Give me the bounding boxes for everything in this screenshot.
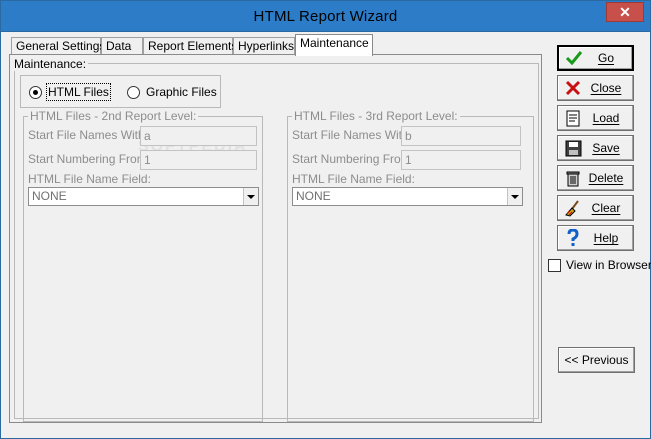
level3-group-label: HTML Files - 3rd Report Level: [292, 109, 460, 123]
load-button[interactable]: Load [557, 105, 634, 131]
title-bar[interactable]: HTML Report Wizard ✕ [1, 1, 650, 32]
previous-button-label: << Previous [564, 353, 629, 367]
clear-button-label: Clear [591, 201, 621, 215]
help-icon [561, 228, 585, 248]
level2-group-label: HTML Files - 2nd Report Level: [28, 109, 199, 123]
close-button[interactable]: Close [557, 75, 634, 101]
level3-name-field-value: NONE [296, 189, 331, 203]
radio-html-files-label: HTML Files [46, 83, 111, 101]
save-button-label: Save [592, 141, 620, 155]
x-icon [561, 78, 585, 98]
level3-start-numbering-input[interactable]: 1 [401, 150, 521, 170]
view-in-browser-label: View in Browser [566, 258, 651, 272]
tab-maintenance[interactable]: Maintenance [295, 34, 373, 56]
level3-start-numbering-label: Start Numbering From: [292, 152, 415, 166]
chevron-down-icon[interactable] [243, 188, 258, 205]
checkmark-icon [562, 48, 586, 68]
go-button-label: Go [597, 51, 614, 65]
window-close-button[interactable]: ✕ [606, 2, 644, 22]
document-icon [561, 108, 585, 128]
client-area: General Settings Data Report Elements Hy… [7, 33, 651, 434]
trash-icon [561, 168, 585, 188]
level3-name-field-select[interactable]: NONE [292, 187, 523, 206]
help-button-label: Help [593, 231, 619, 245]
window-title: HTML Report Wizard [253, 8, 398, 25]
close-icon: ✕ [619, 3, 631, 20]
level3-name-field-label: HTML File Name Field: [292, 172, 415, 186]
clear-button[interactable]: Clear [557, 195, 634, 221]
maintenance-panel: Maintenance: HTML Files Graphic Files SO… [9, 54, 542, 423]
close-button-label: Close [590, 81, 622, 95]
radio-graphic-files-label: Graphic Files [146, 85, 217, 99]
level3-start-names-label: Start File Names With: [292, 128, 413, 142]
view-in-browser-box[interactable] [548, 258, 561, 272]
delete-button[interactable]: Delete [557, 165, 634, 191]
go-button[interactable]: Go [557, 45, 634, 71]
level2-start-numbering-input[interactable]: 1 [140, 150, 257, 170]
chevron-down-icon[interactable] [507, 188, 522, 205]
floppy-save-icon [561, 138, 585, 158]
radio-selected-indicator [29, 85, 42, 99]
broom-icon [561, 198, 585, 218]
radio-html-files[interactable]: HTML Files [29, 83, 111, 101]
maintenance-group-label: Maintenance: [12, 57, 89, 71]
radio-graphic-files[interactable]: Graphic Files [127, 85, 217, 99]
wizard-window: HTML Report Wizard ✕ General Settings Da… [0, 0, 651, 439]
level2-start-names-label: Start File Names With: [28, 128, 149, 142]
radio-unselected-indicator [127, 85, 140, 99]
delete-button-label: Delete [588, 171, 624, 185]
previous-button[interactable]: << Previous [558, 347, 635, 373]
level2-name-field-label: HTML File Name Field: [28, 172, 151, 186]
level2-name-field-value: NONE [32, 189, 67, 203]
level3-start-names-input[interactable]: b [401, 126, 521, 146]
level2-start-numbering-label: Start Numbering From: [28, 152, 151, 166]
save-button[interactable]: Save [557, 135, 634, 161]
level2-start-names-input[interactable]: a [140, 126, 257, 146]
help-button[interactable]: Help [557, 225, 634, 251]
view-in-browser-checkbox[interactable]: View in Browser [548, 258, 651, 272]
load-button-label: Load [592, 111, 620, 125]
file-type-radio-group: HTML Files Graphic Files [20, 75, 221, 108]
level2-name-field-select[interactable]: NONE [28, 187, 259, 206]
